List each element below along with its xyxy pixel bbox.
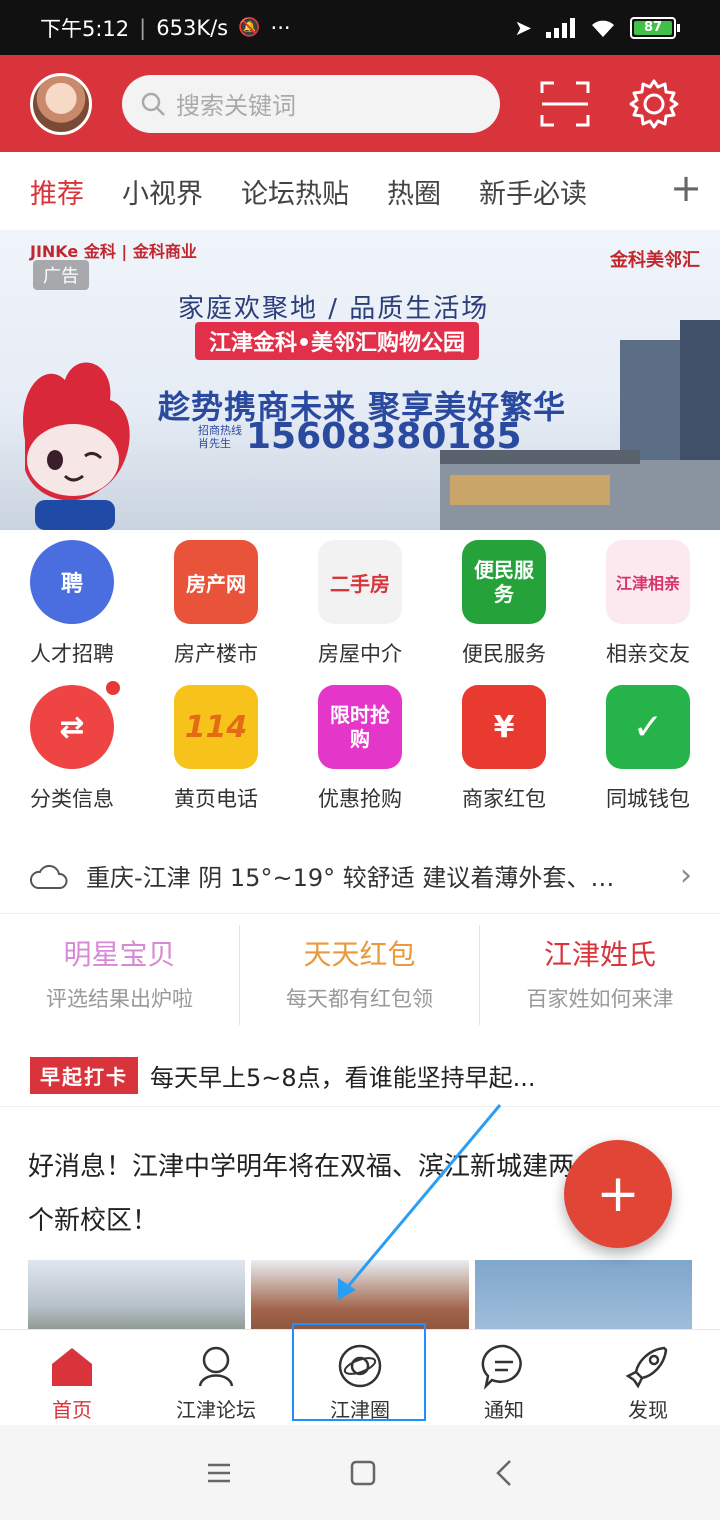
tab-forum-hot[interactable]: 论坛热贴 bbox=[241, 172, 349, 211]
phone-114-icon: 114 bbox=[174, 685, 258, 769]
status-speed: 653K/s bbox=[156, 15, 229, 40]
building-image bbox=[440, 320, 720, 530]
highlight-box bbox=[292, 1323, 426, 1421]
nav-notify[interactable]: 通知 bbox=[432, 1330, 576, 1425]
grid-item-agency[interactable]: 二手房 房屋中介 bbox=[288, 540, 432, 685]
location-icon: ➤ bbox=[514, 15, 532, 40]
nav-discover[interactable]: 发现 bbox=[576, 1330, 720, 1425]
wallet-icon: ✓ bbox=[606, 685, 690, 769]
service-grid: 聘 人才招聘 房产网 房产楼市 二手房 房屋中介 便民服务 便民服务 江津相亲 … bbox=[0, 540, 720, 830]
chevron-right-icon: › bbox=[680, 858, 692, 893]
checkin-banner[interactable]: 早起打卡 每天早上5~8点，看谁能坚持早起... bbox=[0, 1045, 720, 1107]
add-tab-button[interactable]: + bbox=[662, 166, 702, 210]
forum-icon bbox=[198, 1346, 234, 1387]
home-icon bbox=[52, 1348, 92, 1386]
grid-item-services[interactable]: 便民服务 便民服务 bbox=[432, 540, 576, 685]
top-bar: 搜索关键词 bbox=[0, 55, 720, 152]
notification-dot bbox=[106, 681, 120, 695]
house-icon: 房产网 bbox=[174, 540, 258, 624]
weather-bar[interactable]: 重庆-江津 阴 15°~19° 较舒适 建议着薄外套、… › bbox=[0, 838, 720, 914]
cloud-icon bbox=[29, 864, 68, 889]
grid-item-dating[interactable]: 江津相亲 相亲交友 bbox=[576, 540, 720, 685]
grid-item-flash-sale[interactable]: 限时抢购 优惠抢购 bbox=[288, 685, 432, 830]
status-dots: ··· bbox=[270, 15, 291, 40]
search-icon bbox=[141, 92, 165, 116]
status-time: 下午5:12 bbox=[40, 16, 130, 41]
banner-brand-left: JINKe 金科 | 金科商业 bbox=[30, 242, 197, 261]
feature-surnames[interactable]: 江津姓氏 百家姓如何来津 bbox=[480, 925, 720, 1025]
banner-pill: 江津金科•美邻汇购物公园 bbox=[195, 322, 480, 360]
services-icon: 便民服务 bbox=[462, 540, 546, 624]
rocket-icon bbox=[625, 1346, 668, 1389]
grid-item-real-estate[interactable]: 房产网 房产楼市 bbox=[144, 540, 288, 685]
gear-icon[interactable] bbox=[628, 78, 680, 130]
system-nav-bar bbox=[0, 1425, 720, 1520]
search-input[interactable]: 搜索关键词 bbox=[122, 74, 500, 133]
banner-brand-right: 金科美邻汇 bbox=[610, 250, 700, 271]
grid-item-classifieds[interactable]: ⇄ 分类信息 bbox=[0, 681, 144, 830]
tab-small-view[interactable]: 小视界 bbox=[122, 172, 203, 211]
feature-star-baby[interactable]: 明星宝贝 评选结果出炉啦 bbox=[0, 925, 240, 1025]
category-tabs: 推荐 小视界 论坛热贴 热圈 新手必读 + bbox=[0, 152, 720, 230]
heart-icon: 江津相亲 bbox=[606, 540, 690, 624]
weather-text: 重庆-江津 阴 15°~19° 较舒适 建议着薄外套、… bbox=[86, 864, 615, 892]
battery-icon: 87 bbox=[630, 16, 680, 39]
recruit-icon: 聘 bbox=[30, 540, 114, 624]
basket-icon: ⇄ bbox=[30, 681, 120, 769]
grid-item-recruit[interactable]: 聘 人才招聘 bbox=[0, 540, 144, 685]
avatar[interactable] bbox=[30, 72, 92, 135]
menu-icon[interactable] bbox=[206, 1462, 232, 1484]
ad-tag: 广告 bbox=[33, 260, 89, 290]
scan-icon[interactable] bbox=[540, 79, 590, 129]
mascot-image bbox=[23, 362, 130, 530]
second-hand-house-icon: 二手房 bbox=[318, 540, 402, 624]
tab-newbie[interactable]: 新手必读 bbox=[479, 172, 587, 211]
flash-sale-icon: 限时抢购 bbox=[318, 685, 402, 769]
banner-hotline-label: 招商热线 肖先生 bbox=[198, 424, 242, 450]
battery-level: 87 bbox=[634, 20, 672, 35]
tab-recommend[interactable]: 推荐 bbox=[30, 172, 84, 211]
grid-item-yellow-pages[interactable]: 114 黄页电话 bbox=[144, 685, 288, 830]
feature-daily-red-packet[interactable]: 天天红包 每天都有红包领 bbox=[240, 925, 480, 1025]
message-icon bbox=[481, 1344, 522, 1390]
tab-hot-circle[interactable]: 热圈 bbox=[387, 172, 441, 211]
grid-item-wallet[interactable]: ✓ 同城钱包 bbox=[576, 685, 720, 830]
mute-icon: 🔕 bbox=[238, 17, 261, 38]
feature-links: 明星宝贝 评选结果出炉啦 天天红包 每天都有红包领 江津姓氏 百家姓如何来津 bbox=[0, 925, 720, 1025]
nav-home[interactable]: 首页 bbox=[0, 1330, 144, 1425]
back-icon[interactable] bbox=[494, 1459, 514, 1487]
ad-banner[interactable]: JINKe 金科 | 金科商业 广告 金科美邻汇 家庭欢聚地 / 品质生活场 江… bbox=[0, 230, 720, 530]
checkin-text: 每天早上5~8点，看谁能坚持早起... bbox=[150, 1064, 536, 1092]
search-placeholder: 搜索关键词 bbox=[176, 92, 296, 120]
home-square-icon[interactable] bbox=[350, 1460, 376, 1486]
status-bar: 下午5:12 | 653K/s 🔕 ··· ➤ 87 bbox=[0, 0, 720, 55]
add-post-button[interactable]: + bbox=[564, 1140, 672, 1248]
wifi-icon bbox=[592, 20, 614, 37]
nav-forum[interactable]: 江津论坛 bbox=[144, 1330, 288, 1425]
grid-item-red-packet[interactable]: ¥ 商家红包 bbox=[432, 685, 576, 830]
red-packet-icon: ¥ bbox=[462, 685, 546, 769]
signal-icon bbox=[546, 17, 575, 38]
checkin-badge: 早起打卡 bbox=[30, 1057, 138, 1094]
